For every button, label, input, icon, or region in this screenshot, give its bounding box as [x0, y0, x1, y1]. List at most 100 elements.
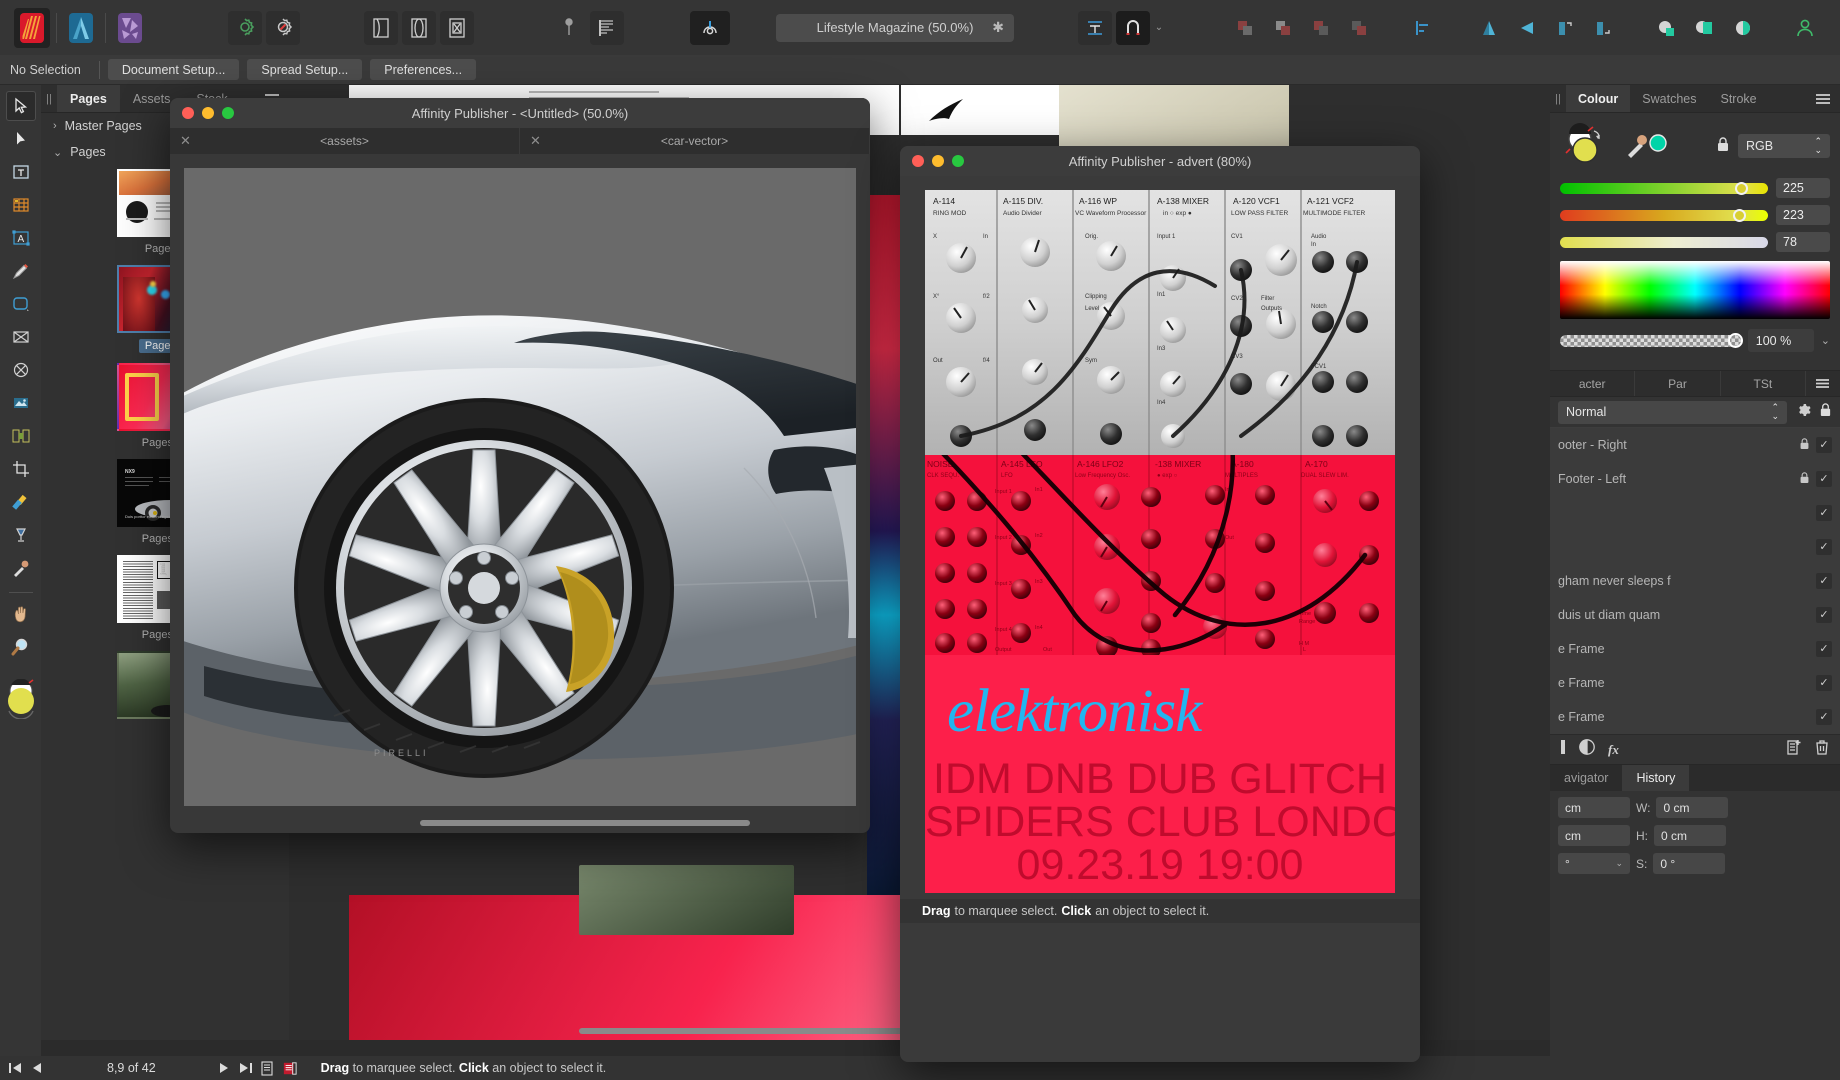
document-setup-button[interactable]: Document Setup... [107, 59, 240, 80]
window-advert[interactable]: Affinity Publisher - advert (80%) A-114 … [900, 146, 1420, 1062]
preferences-button[interactable]: Preferences... [370, 59, 477, 80]
tab-character[interactable]: acter [1550, 371, 1636, 396]
window-advert-titlebar[interactable]: Affinity Publisher - advert (80%) [900, 146, 1420, 176]
close-icon[interactable]: ✕ [180, 133, 191, 149]
adjustment-icon[interactable] [1578, 738, 1596, 761]
single-page-icon[interactable] [260, 1060, 274, 1076]
maximize-window-button[interactable] [952, 155, 964, 167]
colour-spectrum[interactable] [1560, 261, 1830, 319]
geometry-add-icon[interactable] [1650, 11, 1684, 45]
layer-row[interactable]: ✓ [1550, 530, 1840, 564]
tab-car-vector-doc[interactable]: ✕ <car-vector> [520, 128, 870, 154]
panel-grip-icon[interactable]: || [41, 85, 57, 112]
tab-assets-doc[interactable]: ✕ <assets> [170, 128, 520, 154]
studio-presets-icon[interactable] [266, 10, 300, 45]
brush-tool[interactable] [6, 487, 36, 517]
opacity-slider[interactable] [1560, 332, 1743, 348]
close-icon[interactable]: ✕ [530, 133, 541, 149]
green-channel-slider[interactable] [1560, 208, 1768, 222]
red-channel-value[interactable]: 225 [1776, 178, 1830, 198]
first-page-icon[interactable] [8, 1061, 22, 1075]
designer-persona-button[interactable] [63, 8, 99, 48]
layer-lock-icon[interactable] [1799, 437, 1810, 453]
opacity-dropdown-chevron-icon[interactable]: ⌄ [1821, 334, 1830, 347]
move-tool[interactable] [5, 91, 36, 121]
crop-tool[interactable] [6, 454, 36, 484]
layer-row[interactable]: e Frame ✓ [1550, 666, 1840, 700]
transform-rotation-field[interactable]: ° ⌄ [1558, 853, 1630, 874]
transform-w-field[interactable]: 0 cm [1656, 797, 1729, 818]
zoom-tool[interactable] [6, 632, 36, 662]
magnet-icon[interactable] [1116, 10, 1150, 45]
colour-picker-swatch[interactable] [1624, 131, 1672, 161]
publisher-persona-button[interactable] [14, 7, 50, 48]
place-image-tool[interactable] [6, 388, 36, 418]
close-window-button[interactable] [182, 107, 194, 119]
magnet-dropdown-chevron-icon[interactable]: ⌄ [1152, 22, 1166, 33]
flip-vertical-icon[interactable] [1510, 11, 1544, 45]
blue-channel-value[interactable]: 78 [1776, 232, 1830, 252]
layer-visibility-checkbox[interactable]: ✓ [1816, 708, 1832, 725]
master-pages-chevron-icon[interactable]: › [53, 120, 57, 132]
eyedropper-tool[interactable] [6, 553, 36, 583]
layer-visibility-checkbox[interactable]: ✓ [1816, 436, 1832, 453]
fx-icon[interactable]: fx [1608, 742, 1619, 758]
flip-horizontal-icon[interactable] [1472, 11, 1506, 45]
green-channel-value[interactable]: 223 [1776, 205, 1830, 225]
table-tool[interactable] [6, 190, 36, 220]
delete-layer-icon[interactable] [1814, 738, 1830, 761]
stepper-chevrons-icon[interactable]: ⌄ [1615, 858, 1623, 869]
layer-visibility-checkbox[interactable]: ✓ [1816, 470, 1832, 487]
maximize-window-button[interactable] [222, 107, 234, 119]
node-tool[interactable] [6, 124, 36, 154]
master-view-icon[interactable] [440, 10, 474, 45]
page-view-icon[interactable] [364, 10, 398, 45]
fill-stroke-swatches[interactable] [4, 678, 38, 720]
tab-text-styles[interactable]: TSt [1721, 371, 1806, 396]
tab-stroke[interactable]: Stroke [1708, 85, 1768, 112]
transform-h-field[interactable]: 0 cm [1654, 825, 1726, 846]
minimize-window-button[interactable] [202, 107, 214, 119]
rotate-left-icon[interactable] [1548, 11, 1582, 45]
columns-icon[interactable] [590, 10, 624, 45]
tab-navigator[interactable]: avigator [1550, 765, 1622, 791]
snapping-icon[interactable] [690, 10, 730, 45]
advert-canvas[interactable]: A-114 A-115 DIV. A-116 WP A-138 MIXER A-12… [925, 190, 1395, 893]
tab-history[interactable]: History [1622, 765, 1690, 791]
preflight-icon[interactable] [228, 10, 262, 45]
rotate-right-icon[interactable] [1586, 11, 1620, 45]
layers-list[interactable]: ooter - Right ✓ Footer - Left ✓ ✓ ✓ gham… [1550, 427, 1840, 734]
add-layer-icon[interactable] [1786, 738, 1802, 761]
transform-x-field[interactable]: cm [1558, 797, 1630, 818]
blue-channel-slider[interactable] [1560, 236, 1768, 248]
layer-visibility-checkbox[interactable]: ✓ [1816, 538, 1832, 555]
text-panel-menu-icon[interactable] [1806, 371, 1840, 396]
layer-visibility-checkbox[interactable]: ✓ [1816, 606, 1832, 623]
colour-panel-menu-icon[interactable] [1806, 85, 1840, 112]
gradient-fill-icon[interactable] [6, 520, 36, 550]
transform-y-field[interactable]: cm [1558, 825, 1630, 846]
hand-tool[interactable] [6, 599, 36, 629]
tab-swatches[interactable]: Swatches [1630, 85, 1708, 112]
layer-settings-gear-icon[interactable] [1795, 402, 1811, 423]
move-front-icon[interactable] [1228, 11, 1262, 45]
spread-setup-button[interactable]: Spread Setup... [247, 59, 363, 80]
blend-mode-select[interactable]: Normal ⌃ ⌄ [1558, 400, 1787, 424]
frame-text-tool[interactable] [6, 157, 36, 187]
fill-stroke-swatch-pair[interactable] [1560, 123, 1616, 169]
text-frame-icon[interactable] [1078, 10, 1112, 45]
untitled-canvas[interactable]: PIRELLI [184, 168, 856, 806]
rectangle-tool[interactable] [6, 289, 36, 319]
layer-row[interactable]: Footer - Left ✓ [1550, 462, 1840, 496]
geometry-intersect-icon[interactable] [1726, 11, 1760, 45]
move-back-icon[interactable] [1304, 11, 1338, 45]
mask-icon[interactable] [1560, 739, 1566, 760]
ellipse-frame-icon[interactable] [6, 355, 36, 385]
picture-frame-icon[interactable] [6, 322, 36, 352]
untitled-horizontal-scrollbar[interactable] [210, 820, 830, 830]
tab-pages[interactable]: Pages [57, 85, 120, 112]
photo-persona-button[interactable] [112, 8, 148, 48]
stepper-chevrons-icon[interactable]: ⌃ ⌄ [1814, 137, 1822, 155]
layer-lock-icon[interactable] [1799, 471, 1810, 487]
layer-visibility-checkbox[interactable]: ✓ [1816, 504, 1832, 521]
